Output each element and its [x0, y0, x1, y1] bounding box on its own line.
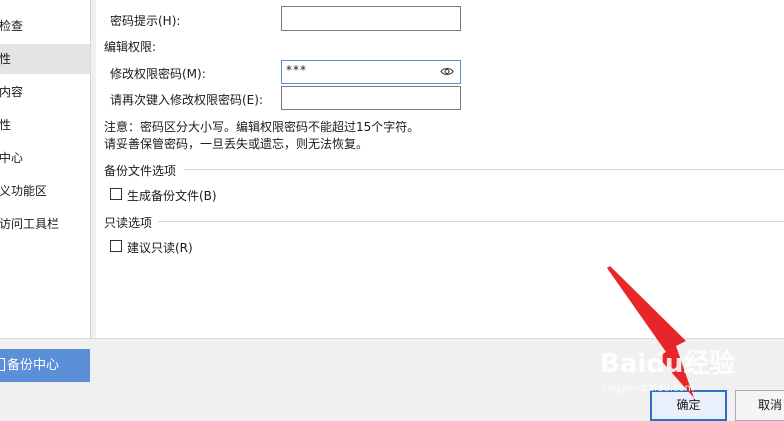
sidebar-item-label: 性 — [0, 118, 12, 132]
footer-divider — [0, 338, 784, 339]
sidebar-item-label: 义功能区 — [0, 184, 48, 198]
sidebar-item-security[interactable]: 性 — [0, 44, 90, 74]
ok-button[interactable]: 确定 — [650, 390, 727, 421]
security-settings-panel: 密码提示(H): 编辑权限: 修改权限密码(M): *** 请再次键入修改权限密… — [96, 0, 784, 338]
backup-center-label: 备份中心 — [7, 358, 60, 373]
watermark-brand: Baidu经验 — [600, 349, 736, 379]
recommend-readonly-label[interactable]: 建议只读(R) — [127, 239, 193, 256]
modify-password-input[interactable]: *** — [281, 60, 461, 84]
recommend-readonly-checkbox[interactable] — [110, 240, 122, 252]
generate-backup-label[interactable]: 生成备份文件(B) — [127, 187, 217, 204]
sidebar-item-label: 访问工具栏 — [0, 217, 60, 231]
readonly-options-heading: 只读选项 — [104, 216, 153, 230]
sidebar-item-label: 内容 — [0, 85, 24, 99]
reenter-password-label: 请再次键入修改权限密码(E): — [110, 93, 263, 107]
password-note-line-2: 请妥善保管密码，一旦丢失或遗忘，则无法恢复。 — [104, 137, 369, 151]
show-password-eye-icon[interactable] — [440, 67, 454, 76]
sidebar-item-properties[interactable]: 性 — [0, 110, 90, 140]
sidebar-item-content[interactable]: 内容 — [0, 77, 90, 107]
modify-password-label: 修改权限密码(M): — [110, 67, 206, 81]
sidebar-item-customize-ribbon[interactable]: 义功能区 — [0, 176, 90, 206]
cancel-button[interactable]: 取消 — [735, 390, 784, 421]
backup-options-heading: 备份文件选项 — [104, 164, 177, 178]
sidebar-item-label: 性 — [0, 52, 12, 66]
backup-center-button[interactable]: 备份中心 — [0, 349, 90, 382]
backup-icon — [0, 358, 5, 371]
password-note-line-1: 注意：密码区分大小写。编辑权限密码不能超过15个字符。 — [104, 120, 420, 134]
readonly-options-divider — [158, 221, 784, 222]
sidebar-item-label: 检查 — [0, 19, 24, 33]
backup-options-divider — [184, 169, 784, 170]
sidebar-item-label: 中心 — [0, 151, 24, 165]
modify-password-value: *** — [286, 63, 307, 77]
edit-permission-heading: 编辑权限: — [104, 40, 157, 54]
password-hint-label: 密码提示(H): — [110, 14, 181, 28]
sidebar-item-quick-access-toolbar[interactable]: 访问工具栏 — [0, 209, 90, 239]
sidebar-item-spell-check[interactable]: 检查 — [0, 11, 90, 41]
password-hint-input[interactable] — [281, 6, 461, 31]
options-sidebar: 检查 性 内容 性 中心 义功能区 访问工具栏 — [0, 0, 91, 338]
generate-backup-checkbox[interactable] — [110, 188, 122, 200]
sidebar-item-trust-center[interactable]: 中心 — [0, 143, 90, 173]
reenter-password-input[interactable] — [281, 86, 461, 110]
